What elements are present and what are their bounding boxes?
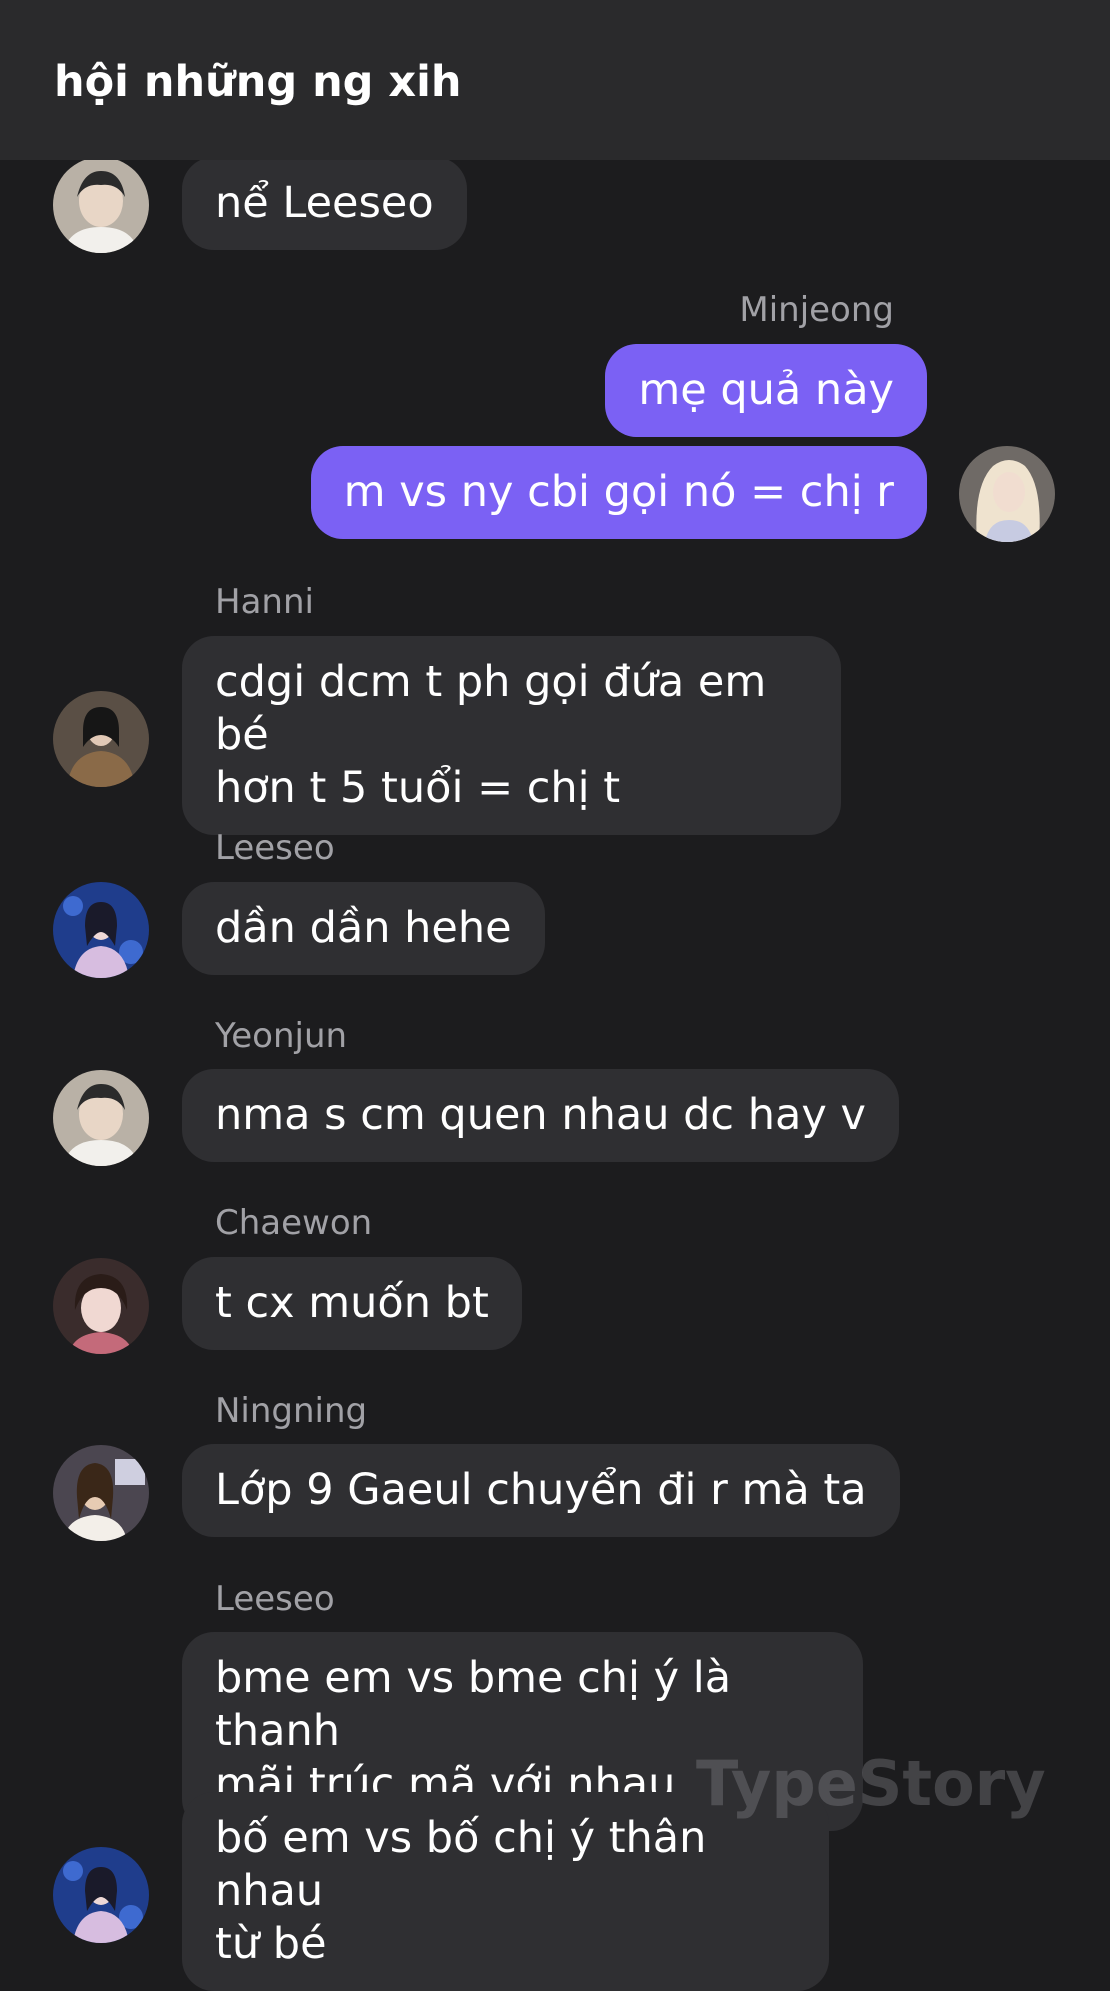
message-bubble[interactable]: dần dần hehe bbox=[182, 882, 545, 975]
message-text: nể Leeseo bbox=[215, 178, 434, 228]
sender-name: Chaewon bbox=[215, 1203, 373, 1243]
sender-name: Leeseo bbox=[215, 828, 335, 868]
watermark: TypeStory bbox=[696, 1747, 1046, 1820]
message-text-line: bố em vs bố chị ý thân nhau bbox=[215, 1813, 707, 1916]
sender-name: Leeseo bbox=[215, 1579, 335, 1619]
message-text: nma s cm quen nhau dc hay v bbox=[215, 1090, 866, 1140]
avatar-yeonjun[interactable] bbox=[53, 1070, 149, 1166]
avatar-ningning[interactable] bbox=[53, 1445, 149, 1541]
avatar-leeseo[interactable] bbox=[53, 1847, 149, 1943]
message-bubble[interactable]: Lớp 9 Gaeul chuyển đi r mà ta bbox=[182, 1444, 900, 1537]
message-bubble-outgoing[interactable]: mẹ quả này bbox=[605, 344, 927, 437]
avatar-minjeong[interactable] bbox=[959, 446, 1055, 542]
message-text-line: hơn t 5 tuổi = chị t bbox=[215, 763, 621, 813]
message-bubble[interactable]: nể Leeseo bbox=[182, 157, 467, 250]
message-bubble-outgoing[interactable]: m vs ny cbi gọi nó = chị r bbox=[310, 446, 927, 539]
message-bubble[interactable]: nma s cm quen nhau dc hay v bbox=[182, 1069, 899, 1162]
message-text: m vs ny cbi gọi nó = chị r bbox=[343, 467, 894, 517]
sender-name: Ningning bbox=[215, 1391, 368, 1431]
avatar-hanni[interactable] bbox=[53, 691, 149, 787]
avatar-leeseo[interactable] bbox=[53, 882, 149, 978]
message-text: mẹ quả này bbox=[638, 365, 894, 415]
message-bubble[interactable]: cdgi dcm t ph gọi đứa em bé hơn t 5 tuổi… bbox=[182, 636, 841, 835]
message-text: dần dần hehe bbox=[215, 903, 512, 953]
sender-name: Minjeong bbox=[739, 290, 894, 330]
chat-title[interactable]: hội những ng xih bbox=[54, 52, 462, 112]
message-text-line: bme em vs bme chị ý là thanh bbox=[215, 1653, 732, 1756]
message-text: Lớp 9 Gaeul chuyển đi r mà ta bbox=[215, 1465, 867, 1515]
sender-name: Yeonjun bbox=[215, 1016, 348, 1056]
message-text-line: từ bé bbox=[215, 1919, 327, 1969]
message-bubble[interactable]: t cx muốn bt bbox=[182, 1257, 522, 1350]
avatar-chaewon[interactable] bbox=[53, 1258, 149, 1354]
message-text-line: cdgi dcm t ph gọi đứa em bé bbox=[215, 657, 767, 760]
chat-header: hội những ng xih bbox=[0, 0, 1110, 160]
avatar-yeonjun[interactable] bbox=[53, 157, 149, 253]
message-text: t cx muốn bt bbox=[215, 1278, 489, 1328]
sender-name: Hanni bbox=[215, 582, 314, 622]
